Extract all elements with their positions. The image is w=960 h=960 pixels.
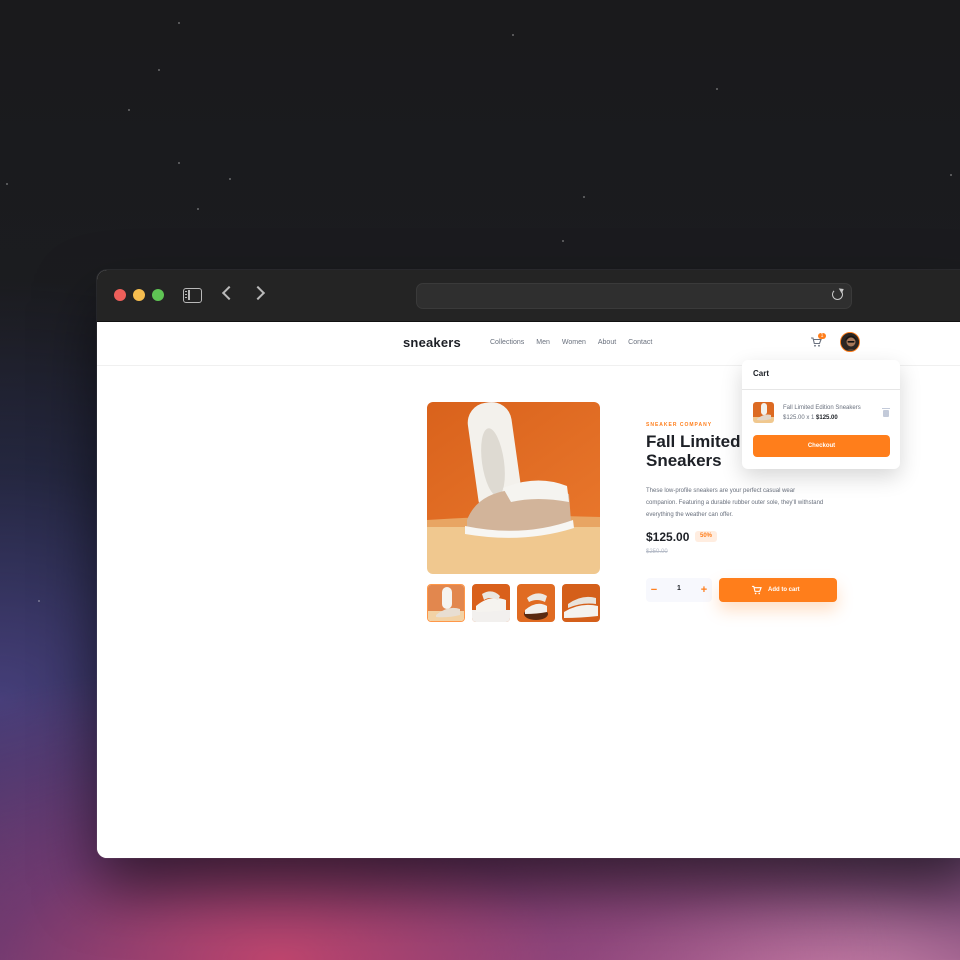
browser-window: sneakers Collections Men Women About Con… <box>97 270 960 858</box>
checkout-button[interactable]: Checkout <box>753 435 890 457</box>
cart-title: Cart <box>753 369 770 378</box>
add-to-cart-label: Add to cart <box>768 587 800 593</box>
forward-icon[interactable] <box>250 285 266 301</box>
nav-link-contact[interactable]: Contact <box>628 339 652 346</box>
divider <box>742 389 900 390</box>
cart-count-badge: 1 <box>818 333 826 339</box>
address-bar[interactable] <box>416 283 852 309</box>
reload-icon[interactable] <box>832 289 843 300</box>
nav-link-collections[interactable]: Collections <box>490 339 524 346</box>
cart-item-price: $125.00 x 1 $125.00 <box>783 415 838 421</box>
thumbnail-1[interactable] <box>427 584 465 622</box>
discount-badge: 50% <box>695 531 718 542</box>
cart-icon <box>751 585 762 595</box>
add-to-cart-button[interactable]: Add to cart <box>719 578 837 602</box>
current-price: $125.00 <box>646 530 690 544</box>
cart-button[interactable]: 1 <box>810 333 826 349</box>
cart-dropdown: Cart Fall Limited Edition Sneakers $125.… <box>742 360 900 469</box>
product-description: These low-profile sneakers are your perf… <box>646 488 824 518</box>
close-window-button[interactable] <box>114 289 126 301</box>
original-price: $250.00 <box>646 549 668 555</box>
site-logo[interactable]: sneakers <box>403 335 461 350</box>
nav-link-men[interactable]: Men <box>536 339 550 346</box>
plus-icon[interactable]: + <box>698 584 710 596</box>
minimize-window-button[interactable] <box>133 289 145 301</box>
company-label: SNEAKER COMPANY <box>646 422 713 428</box>
browser-toolbar <box>97 270 960 322</box>
trash-icon[interactable] <box>882 408 890 417</box>
cart-item-thumbnail <box>753 402 774 423</box>
page-viewport: sneakers Collections Men Women About Con… <box>97 322 960 858</box>
sidebar-icon[interactable] <box>183 288 202 303</box>
product-main-image[interactable] <box>427 402 600 574</box>
avatar[interactable] <box>840 332 860 352</box>
back-icon[interactable] <box>221 285 237 301</box>
thumbnail-strip <box>427 584 600 622</box>
cart-item-name: Fall Limited Edition Sneakers <box>783 405 861 411</box>
thumbnail-3[interactable] <box>517 584 555 622</box>
nav-link-women[interactable]: Women <box>562 339 586 346</box>
cart-item-total: $125.00 <box>816 415 838 421</box>
quantity-stepper: − 1 + <box>646 578 712 602</box>
cart-item-qty-price: $125.00 x 1 <box>783 415 817 421</box>
nav-links: Collections Men Women About Contact <box>490 339 664 346</box>
thumbnail-2[interactable] <box>472 584 510 622</box>
zoom-window-button[interactable] <box>152 289 164 301</box>
nav-link-about[interactable]: About <box>598 339 616 346</box>
thumbnail-4[interactable] <box>562 584 600 622</box>
